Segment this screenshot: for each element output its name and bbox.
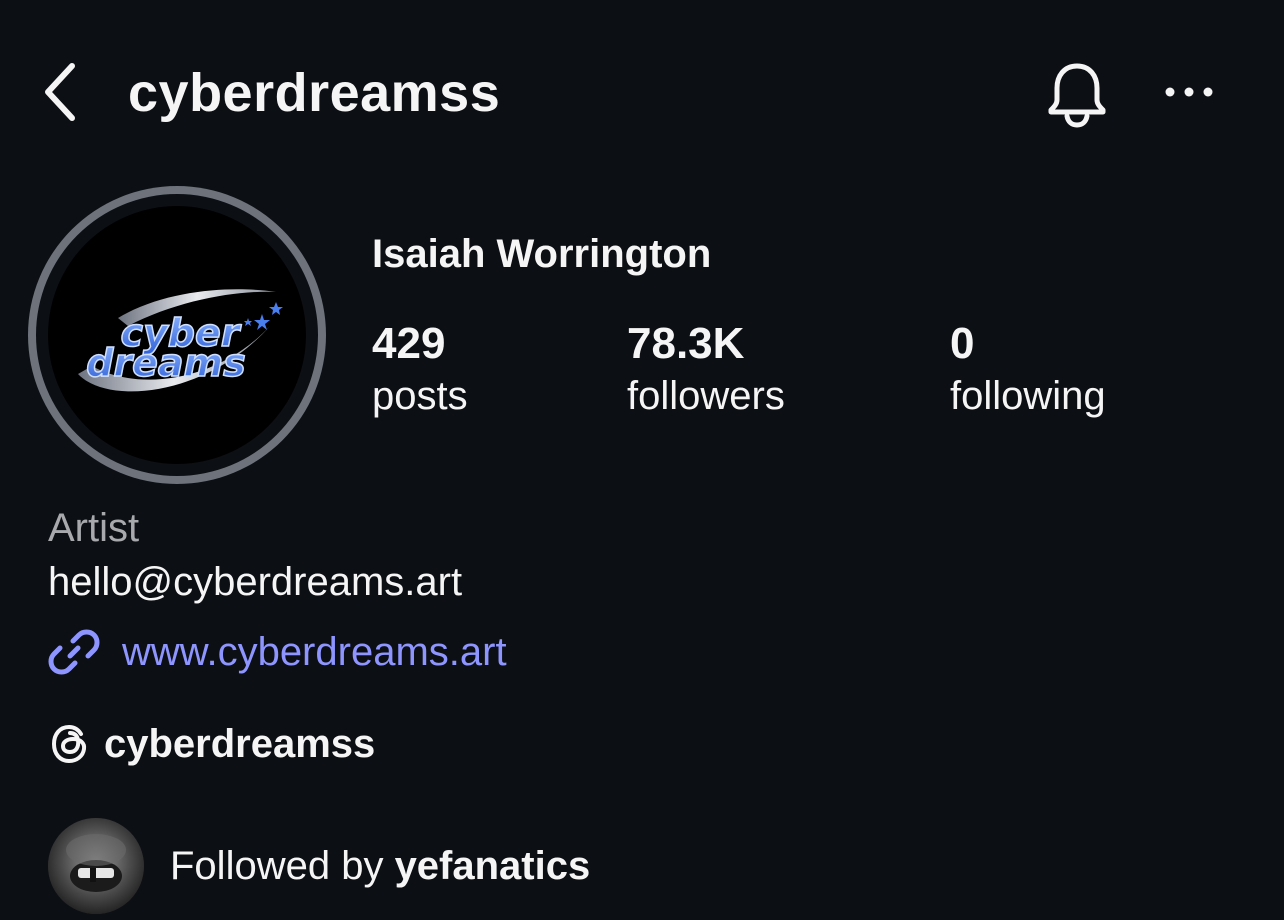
svg-text:dreams: dreams: [86, 341, 246, 385]
followed-by-row[interactable]: Followed by yefanatics: [48, 818, 590, 914]
chevron-left-icon: [45, 63, 75, 121]
follower-avatar: [48, 818, 144, 914]
stat-followers-count: 78.3K: [627, 319, 745, 368]
stat-following-count: 0: [950, 319, 975, 368]
more-options-button[interactable]: [1156, 70, 1222, 114]
profile-avatar[interactable]: cyber dreams: [28, 186, 326, 484]
profile-category: Artist: [48, 506, 140, 550]
bell-icon: [1048, 63, 1106, 128]
followed-by-text: Followed by yefanatics: [170, 842, 590, 890]
stat-followers-label: followers: [627, 374, 785, 418]
link-icon: [48, 629, 100, 675]
followed-by-name: yefanatics: [394, 844, 591, 888]
followed-by-prefix: Followed by: [170, 844, 395, 888]
stat-posts-count: 429: [372, 319, 446, 368]
threads-icon: [51, 724, 87, 764]
cyberdreams-logo: cyber dreams: [48, 206, 306, 464]
stat-following-label: following: [950, 374, 1106, 418]
website-link-text: www.cyberdreams.art: [122, 630, 507, 674]
threads-profile-badge[interactable]: cyberdreamss: [48, 716, 375, 772]
profile-email[interactable]: hello@cyberdreams.art: [48, 558, 462, 606]
stat-posts-label: posts: [372, 374, 468, 418]
notifications-button[interactable]: [1040, 56, 1114, 132]
page-title: cyberdreamss: [128, 63, 501, 123]
stat-posts[interactable]: 429 posts: [372, 318, 468, 422]
profile-full-name: Isaiah Worrington: [372, 232, 712, 276]
threads-handle: cyberdreamss: [104, 722, 376, 766]
back-button[interactable]: [30, 56, 90, 128]
more-horizontal-icon: [1165, 87, 1213, 97]
stat-followers[interactable]: 78.3K followers: [627, 318, 785, 422]
profile-website-link[interactable]: www.cyberdreams.art: [48, 622, 507, 682]
stat-following[interactable]: 0 following: [950, 318, 1106, 422]
